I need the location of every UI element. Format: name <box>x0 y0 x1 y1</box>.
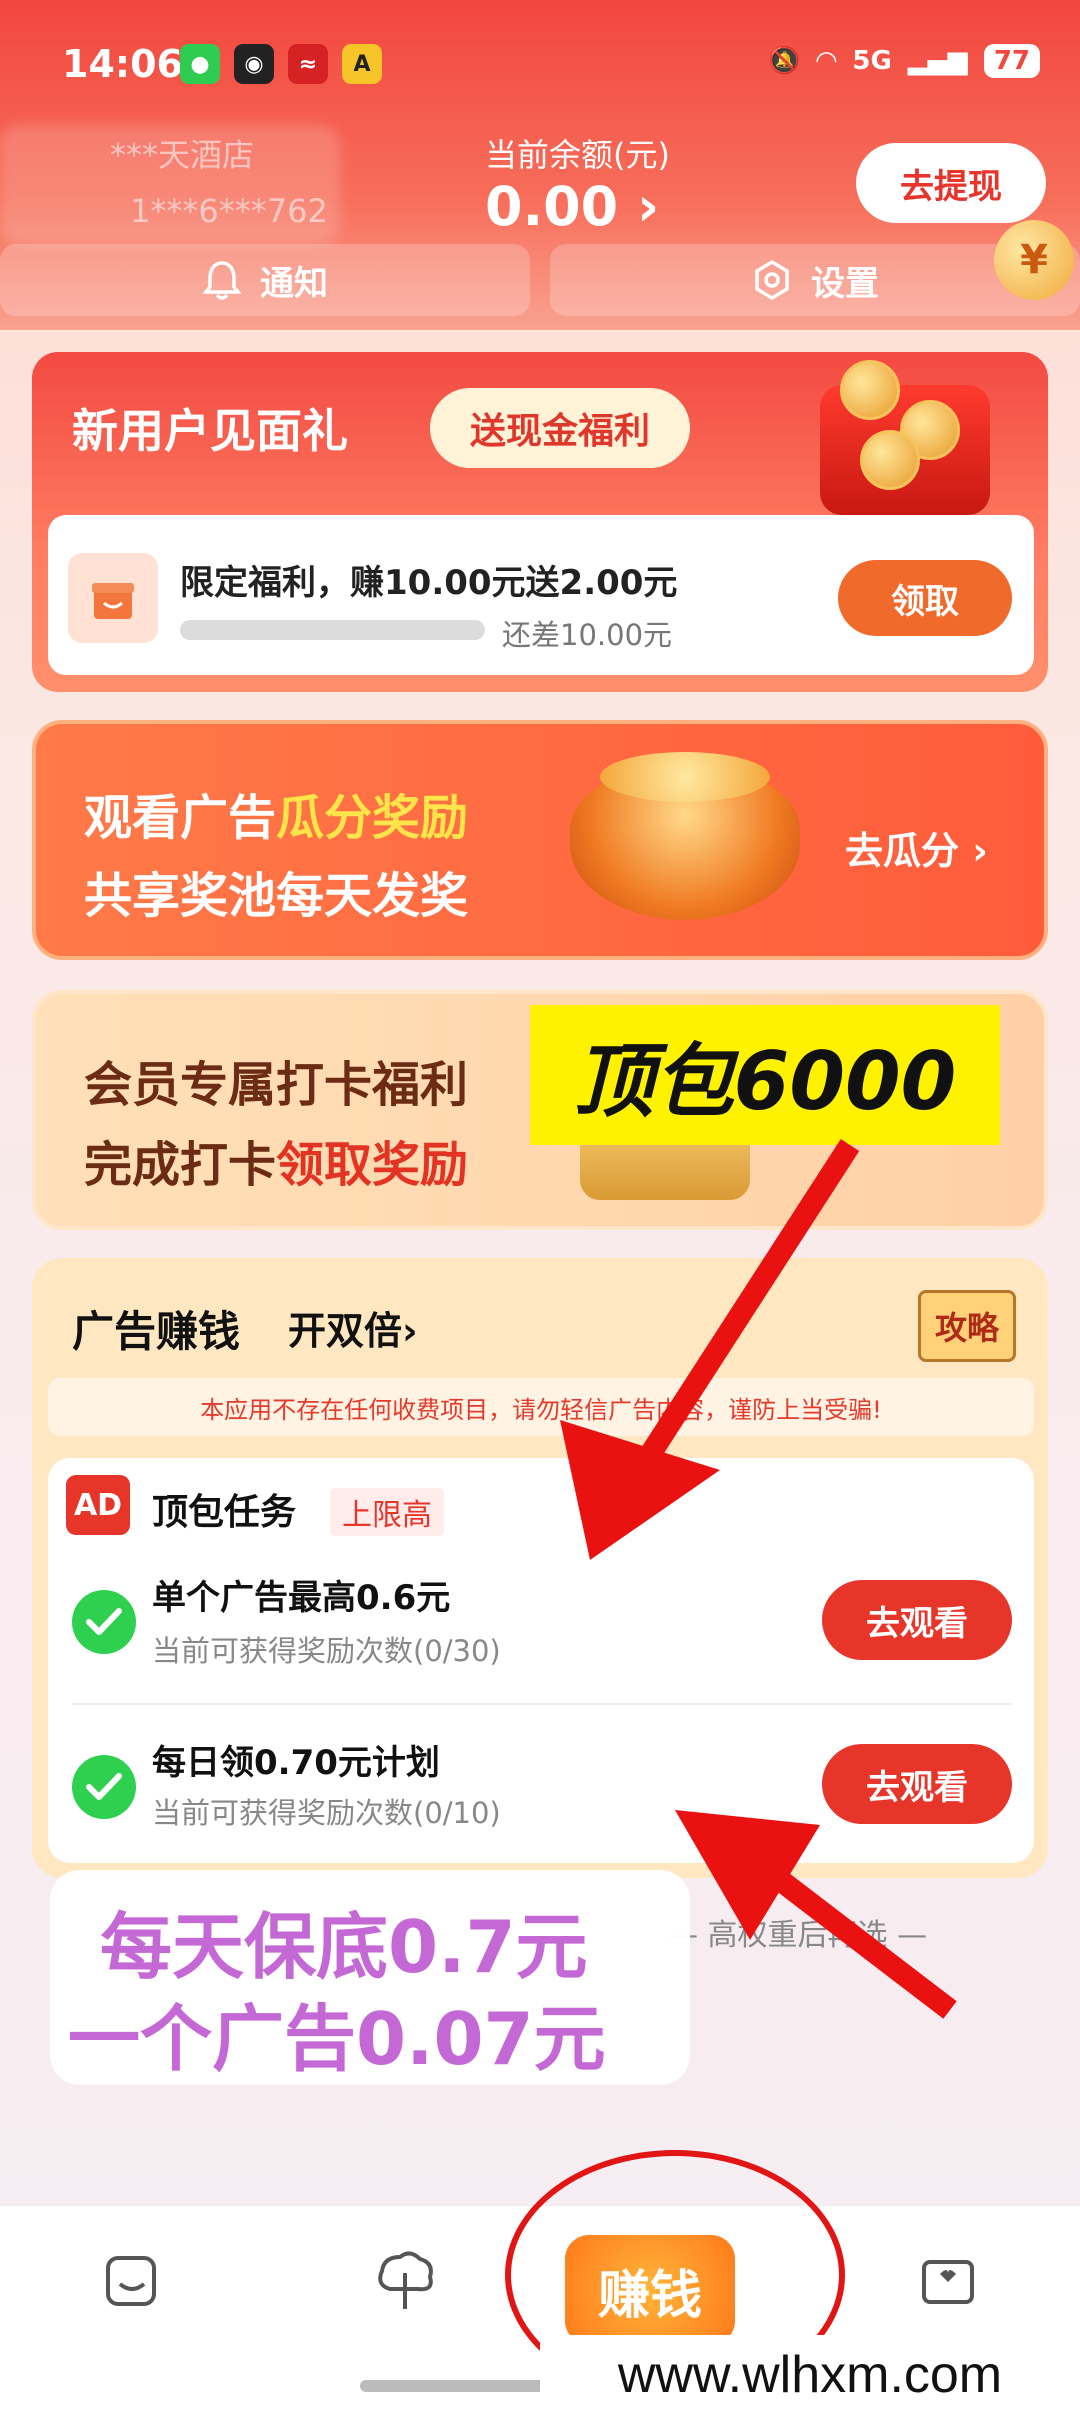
store-id: 1***6***762 <box>130 192 328 230</box>
yen-coin-icon: ¥ <box>994 220 1074 300</box>
watch-ad-line2: 共享奖池每天发奖 <box>84 868 469 924</box>
signal-icon: 5G <box>852 46 892 76</box>
member-line1: 会员专属打卡福利 <box>84 1057 469 1113</box>
mute-icon: 🔕 <box>768 46 801 76</box>
gear-icon <box>755 259 789 301</box>
tree-nav-icon[interactable] <box>365 2240 445 2320</box>
balance-label: 当前余额(元) <box>485 136 670 174</box>
new-user-task-text: 限定福利，赚10.00元送2.00元 <box>180 563 678 603</box>
promo-overlay-line2: 一个广告0.07元 <box>68 1997 606 2081</box>
check-icon <box>72 1590 136 1654</box>
status-app-icons: ● ◉ ≈ A <box>180 44 382 84</box>
ad-badge: AD <box>66 1475 130 1535</box>
car-icon: A <box>342 44 382 84</box>
notify-label: 通知 <box>260 263 328 304</box>
store-name: ***天酒店 <box>110 136 255 174</box>
treasure-gold-icon <box>600 752 770 802</box>
footnote-text: — 高权重后再选 — <box>668 1918 928 1953</box>
task-name: 单个广告最高0.6元 <box>152 1578 451 1618</box>
double-reward-link[interactable]: 开双倍› <box>288 1300 418 1355</box>
wifi-icon: ◠ <box>816 46 837 76</box>
earn-nav-button[interactable]: 赚钱 <box>565 2235 735 2345</box>
member-line2: 完成打卡领取奖励 <box>84 1125 468 1195</box>
watch-ad-line1: 观看广告瓜分奖励 <box>84 778 468 848</box>
bell-icon <box>202 261 242 300</box>
anti-fraud-notice: 本应用不存在任何收费项目，请勿轻信广告内容，谨防上当受骗! <box>48 1378 1034 1436</box>
member-line2-a: 完成打卡 <box>84 1137 277 1193</box>
divider <box>72 1703 1012 1705</box>
promo-overlay-label: 顶包6000 <box>530 1005 1000 1145</box>
signal-icon-2: ▂▄▆ <box>907 46 968 76</box>
check-icon <box>72 1755 136 1819</box>
home-nav-icon[interactable] <box>92 2240 172 2320</box>
task-subtitle: 当前可获得奖励次数(0/30) <box>152 1634 501 1668</box>
balance-value[interactable]: 0.00 › <box>485 175 659 238</box>
member-line2-b: 领取奖励 <box>276 1137 469 1193</box>
qq-icon: ◉ <box>234 44 274 84</box>
notify-tab[interactable]: 通知 <box>0 244 530 316</box>
wechat-icon: ● <box>180 44 220 84</box>
new-user-title: 新用户见面礼 <box>72 404 348 458</box>
coin-icon <box>840 360 900 420</box>
claim-button[interactable]: 领取 <box>838 560 1012 636</box>
settings-label: 设置 <box>811 263 879 304</box>
new-user-progress-bar <box>180 620 485 640</box>
watch-button[interactable]: 去观看 <box>822 1744 1012 1824</box>
status-indicators: 🔕 ◠ 5G ▂▄▆ 77 <box>768 44 1040 78</box>
share-reward-link[interactable]: 去瓜分 › <box>845 820 988 875</box>
task-limit-tag: 上限高 <box>330 1488 444 1536</box>
task-subtitle: 当前可获得奖励次数(0/10) <box>152 1796 501 1830</box>
mail-nav-icon[interactable] <box>908 2240 988 2320</box>
task-group-title: 顶包任务 <box>152 1492 297 1533</box>
watermark-text: www.wlhxm.com <box>540 2335 1080 2415</box>
task-name: 每日领0.70元计划 <box>152 1743 440 1783</box>
status-time: 14:06 <box>62 42 183 86</box>
withdraw-button[interactable]: 去提现 <box>856 143 1046 223</box>
home-indicator <box>360 2380 560 2392</box>
remaining-amount: 还差10.00元 <box>502 618 673 652</box>
app-red-icon: ≈ <box>288 44 328 84</box>
coin-icon <box>860 430 920 490</box>
watch-ad-line1-b: 瓜分奖励 <box>276 790 469 846</box>
cash-welfare-pill: 送现金福利 <box>430 388 690 468</box>
promo-overlay-line1: 每天保底0.7元 <box>100 1905 588 1989</box>
ad-earning-title: 广告赚钱 <box>72 1307 241 1356</box>
battery-indicator: 77 <box>983 44 1040 78</box>
watch-button[interactable]: 去观看 <box>822 1580 1012 1660</box>
guide-book-icon[interactable]: 攻略 <box>918 1290 1016 1362</box>
watch-ad-line1-a: 观看广告 <box>84 790 277 846</box>
gift-icon <box>68 553 158 643</box>
